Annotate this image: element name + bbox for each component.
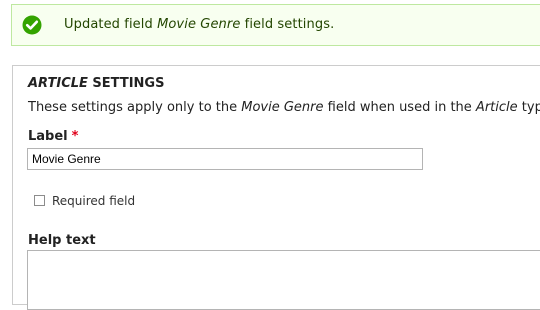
required-field-label[interactable]: Required field (52, 194, 135, 208)
label-input[interactable] (27, 148, 423, 170)
settings-description: These settings apply only to the Movie G… (28, 100, 540, 115)
status-message-text: Updated field Movie Genre field settings… (64, 17, 335, 32)
required-marker: * (71, 129, 79, 144)
checkmark-circle-icon (22, 15, 42, 35)
settings-legend: Article Settings (28, 76, 165, 91)
help-text-textarea[interactable] (27, 250, 540, 310)
status-field-name: Movie Genre (157, 17, 241, 32)
label-field-label: Label * (28, 129, 79, 144)
help-text-label: Help text (28, 233, 96, 248)
required-field-checkbox[interactable] (33, 194, 46, 207)
status-message: Updated field Movie Genre field settings… (11, 4, 540, 46)
